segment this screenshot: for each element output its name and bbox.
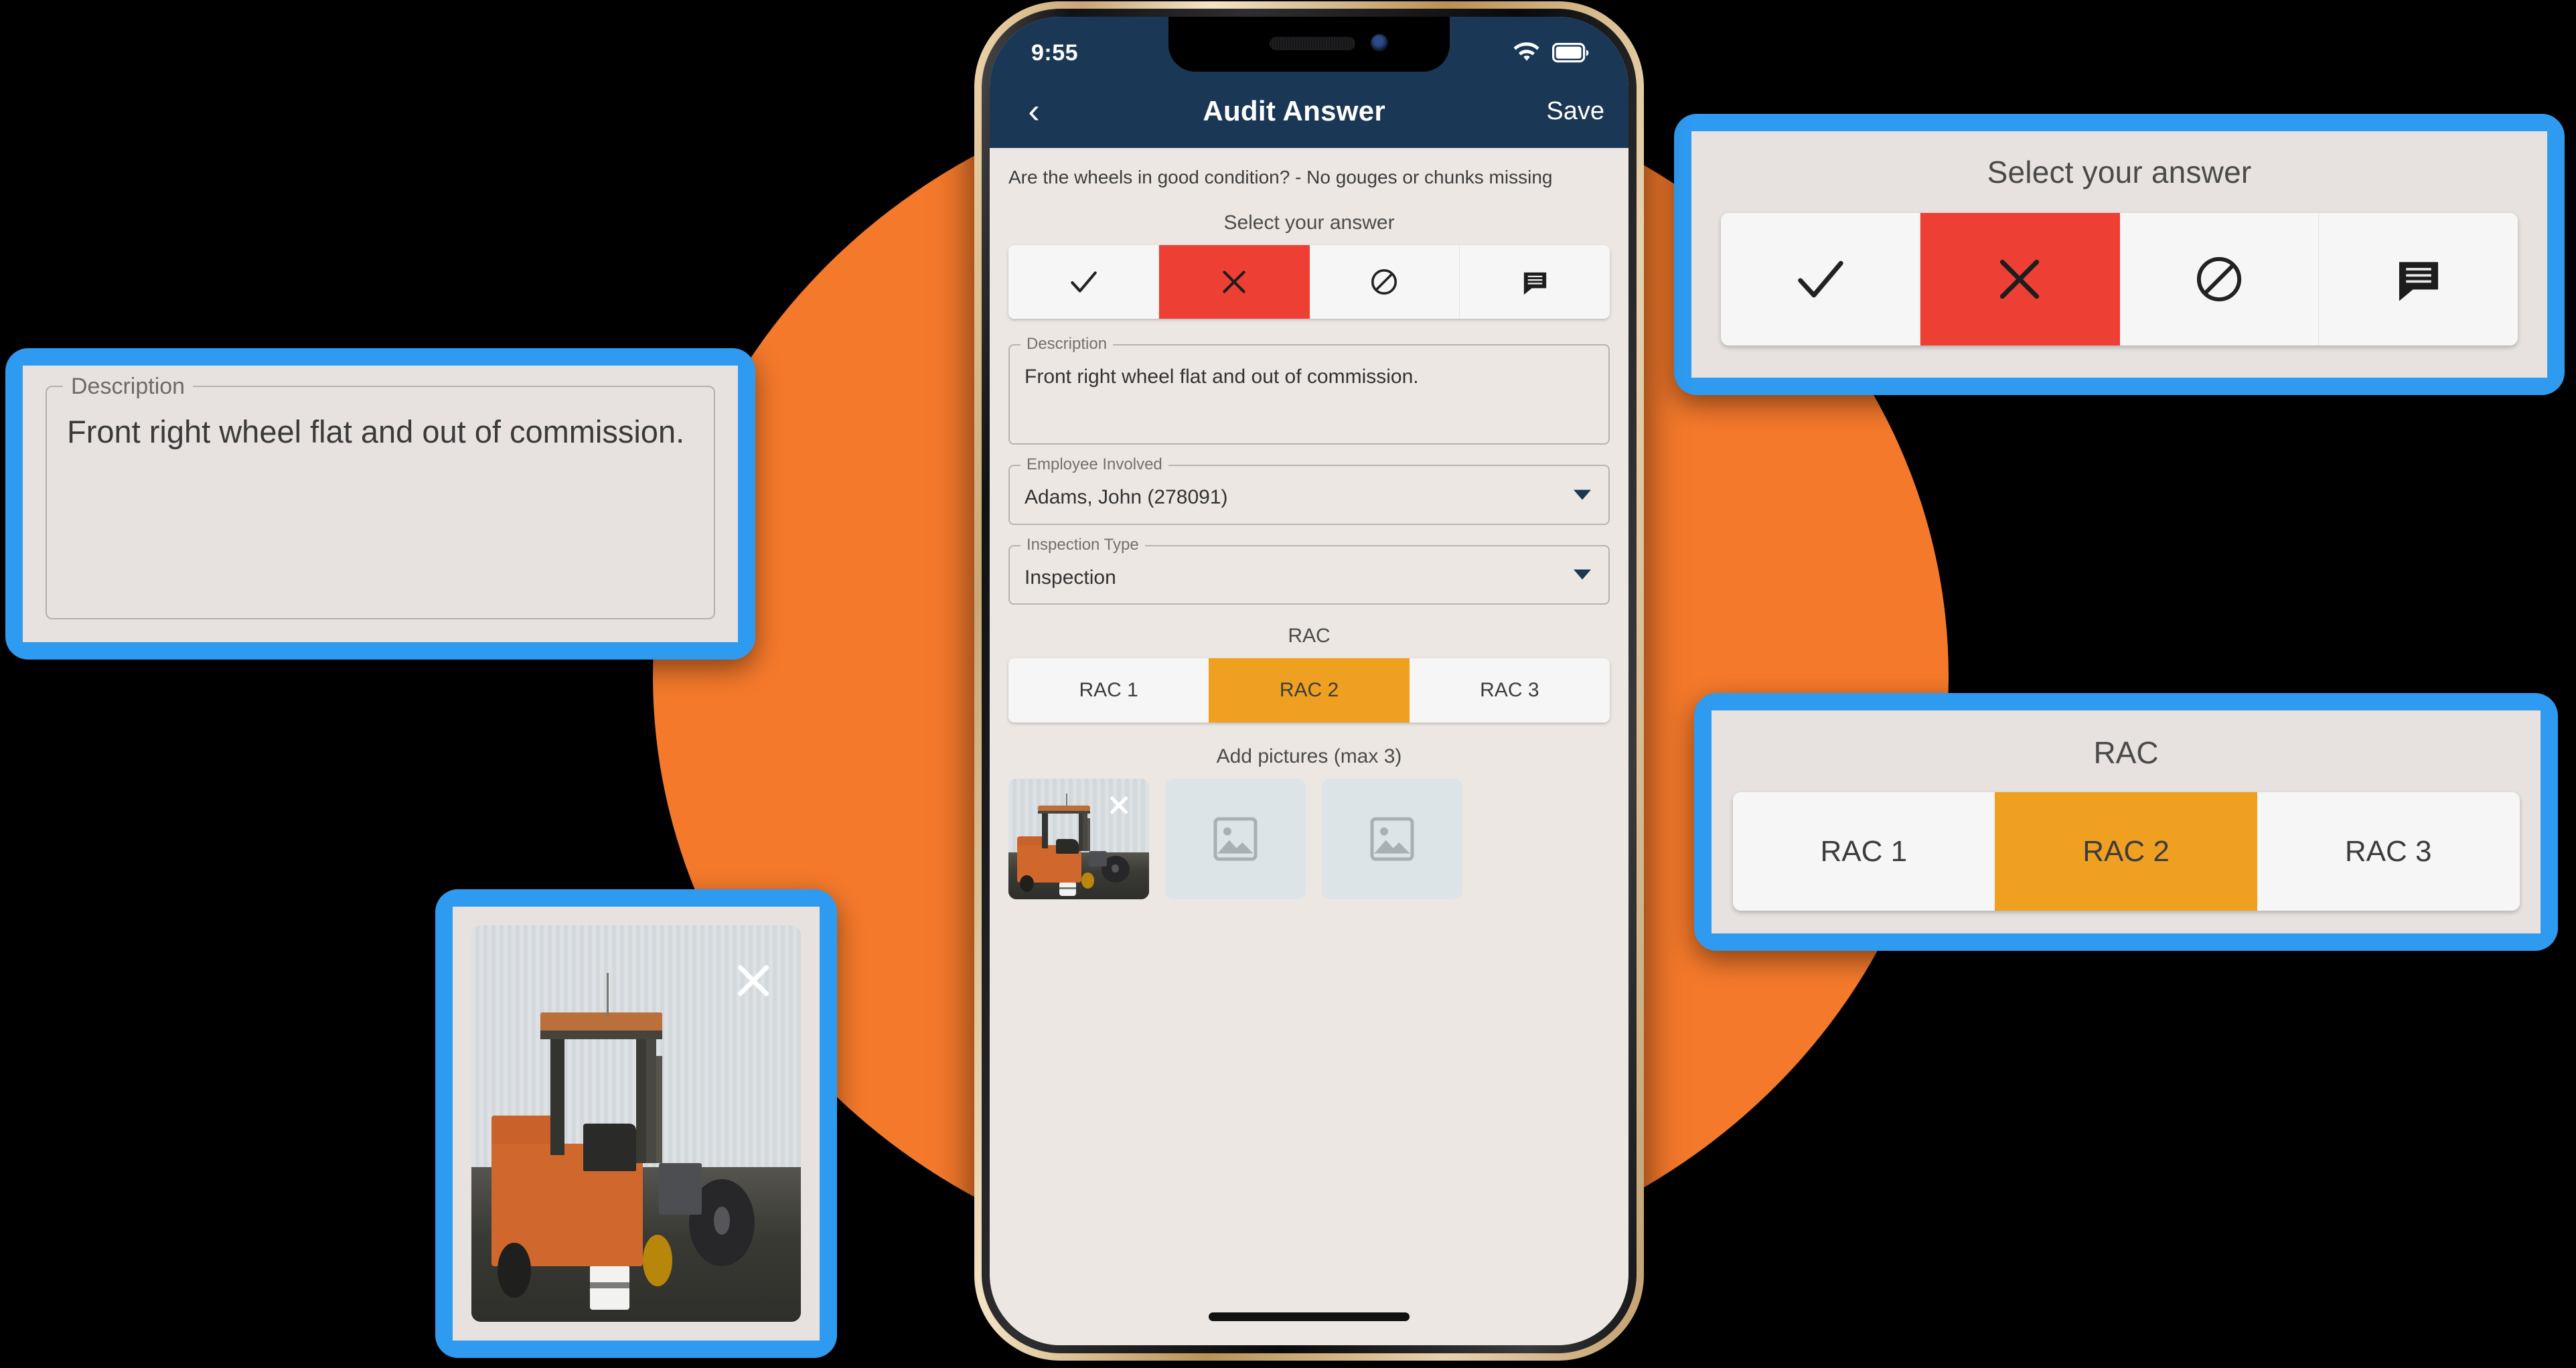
page-title: Audit Answer (1203, 95, 1386, 127)
photo-thumb-filled[interactable] (1008, 779, 1149, 899)
close-x-icon[interactable] (733, 959, 774, 1000)
picture-thumbnail-row (1008, 779, 1610, 899)
photo-thumb-empty-1[interactable] (1165, 779, 1306, 899)
form-content: Are the wheels in good condition? - No g… (990, 148, 1628, 1345)
callout-answer-title: Select your answer (1987, 155, 2252, 189)
audit-question-text: Are the wheels in good condition? - No g… (1008, 167, 1553, 187)
select-answer-label: Select your answer (1223, 212, 1395, 234)
phone-notch (1168, 17, 1450, 72)
earpiece-speaker (1270, 37, 1356, 50)
composite-scene: Select your answer RAC RAC 1 RAC 2 RAC 3… (0, 0, 2576, 1368)
answer-segmented-control[interactable] (1008, 245, 1610, 319)
inspection-type-value: Inspection (1025, 566, 1116, 589)
phone-screen: 9:55 ‹ Audit Answer Save Are the wheels … (990, 17, 1628, 1345)
forklift-photo-large[interactable] (471, 925, 801, 1322)
rac-segmented-control[interactable]: RAC 1 RAC 2 RAC 3 (1008, 658, 1610, 723)
inspection-type-legend: Inspection Type (1020, 535, 1145, 554)
callout-rac-option-2[interactable]: RAC 2 (1995, 792, 2257, 911)
phone-device-frame: 9:55 ‹ Audit Answer Save Are the wheels … (974, 1, 1644, 1361)
callout-card-photo (435, 889, 837, 1358)
callout-description-value: Front right wheel flat and out of commis… (67, 414, 685, 449)
answer-option-check[interactable] (1008, 245, 1159, 319)
callout-card-select-answer: Select your answer (1674, 114, 2565, 395)
x-icon (1222, 271, 1245, 293)
add-pictures-label: Add pictures (max 3) (1216, 745, 1402, 767)
x-icon (1999, 259, 2040, 299)
answer-option-x[interactable] (1158, 245, 1310, 319)
save-button[interactable]: Save (1546, 97, 1604, 126)
close-x-icon[interactable] (1108, 793, 1130, 816)
callout-answer-segmented-control[interactable] (1721, 213, 2518, 346)
callout-answer-option-comment[interactable] (2319, 213, 2518, 346)
chevron-down-icon[interactable] (1574, 569, 1591, 580)
photo-thumb-empty-2[interactable] (1322, 779, 1462, 899)
callout-rac-option-1[interactable]: RAC 1 (1732, 792, 1995, 911)
ban-icon (2196, 256, 2241, 302)
callout-answer-option-check[interactable] (1721, 213, 1920, 346)
check-icon (1071, 271, 1097, 293)
rac-option-3[interactable]: RAC 3 (1409, 658, 1610, 723)
image-placeholder-icon (1213, 817, 1258, 861)
rac-option-1[interactable]: RAC 1 (1008, 658, 1209, 723)
callout-answer-option-x[interactable] (1920, 213, 2120, 346)
home-indicator[interactable] (1209, 1312, 1410, 1321)
callout-rac-segmented-control[interactable]: RAC 1 RAC 2 RAC 3 (1732, 792, 2520, 911)
answer-option-comment[interactable] (1460, 245, 1610, 319)
check-icon (1798, 260, 1844, 298)
status-bar-time: 9:55 (1031, 40, 1079, 66)
callout-card-description: Description Front right wheel flat and o… (5, 348, 755, 660)
wifi-icon (1513, 42, 1539, 61)
callout-rac-title: RAC (2093, 735, 2159, 770)
callout-card-rac: RAC RAC 1 RAC 2 RAC 3 (1694, 693, 2558, 951)
callout-description-legend: Description (63, 374, 194, 400)
inspection-type-dropdown[interactable]: Inspection Type Inspection (1008, 535, 1610, 605)
employee-involved-legend: Employee Involved (1020, 455, 1168, 474)
rac-option-2[interactable]: RAC 2 (1209, 658, 1410, 723)
comment-icon (1523, 272, 1546, 295)
employee-involved-dropdown[interactable]: Employee Involved Adams, John (278091) (1008, 455, 1610, 525)
front-camera-icon (1371, 34, 1389, 52)
image-placeholder-icon (1370, 817, 1414, 861)
comment-icon (2399, 262, 2438, 301)
callout-answer-option-ban[interactable] (2119, 213, 2320, 346)
ban-icon (1371, 269, 1397, 295)
chevron-down-icon[interactable] (1574, 489, 1591, 500)
answer-option-ban[interactable] (1309, 245, 1460, 319)
callout-description-fieldset[interactable]: Description Front right wheel flat and o… (46, 374, 715, 619)
description-legend: Description (1020, 335, 1114, 354)
callout-rac-option-3[interactable]: RAC 3 (2257, 792, 2520, 911)
navigation-bar: ‹ Audit Answer Save (990, 74, 1628, 148)
employee-involved-value: Adams, John (278091) (1025, 486, 1228, 508)
rac-label: RAC (1288, 625, 1331, 647)
description-value: Front right wheel flat and out of commis… (1025, 366, 1419, 388)
description-field[interactable]: Description Front right wheel flat and o… (1008, 335, 1610, 445)
battery-icon (1552, 43, 1589, 63)
